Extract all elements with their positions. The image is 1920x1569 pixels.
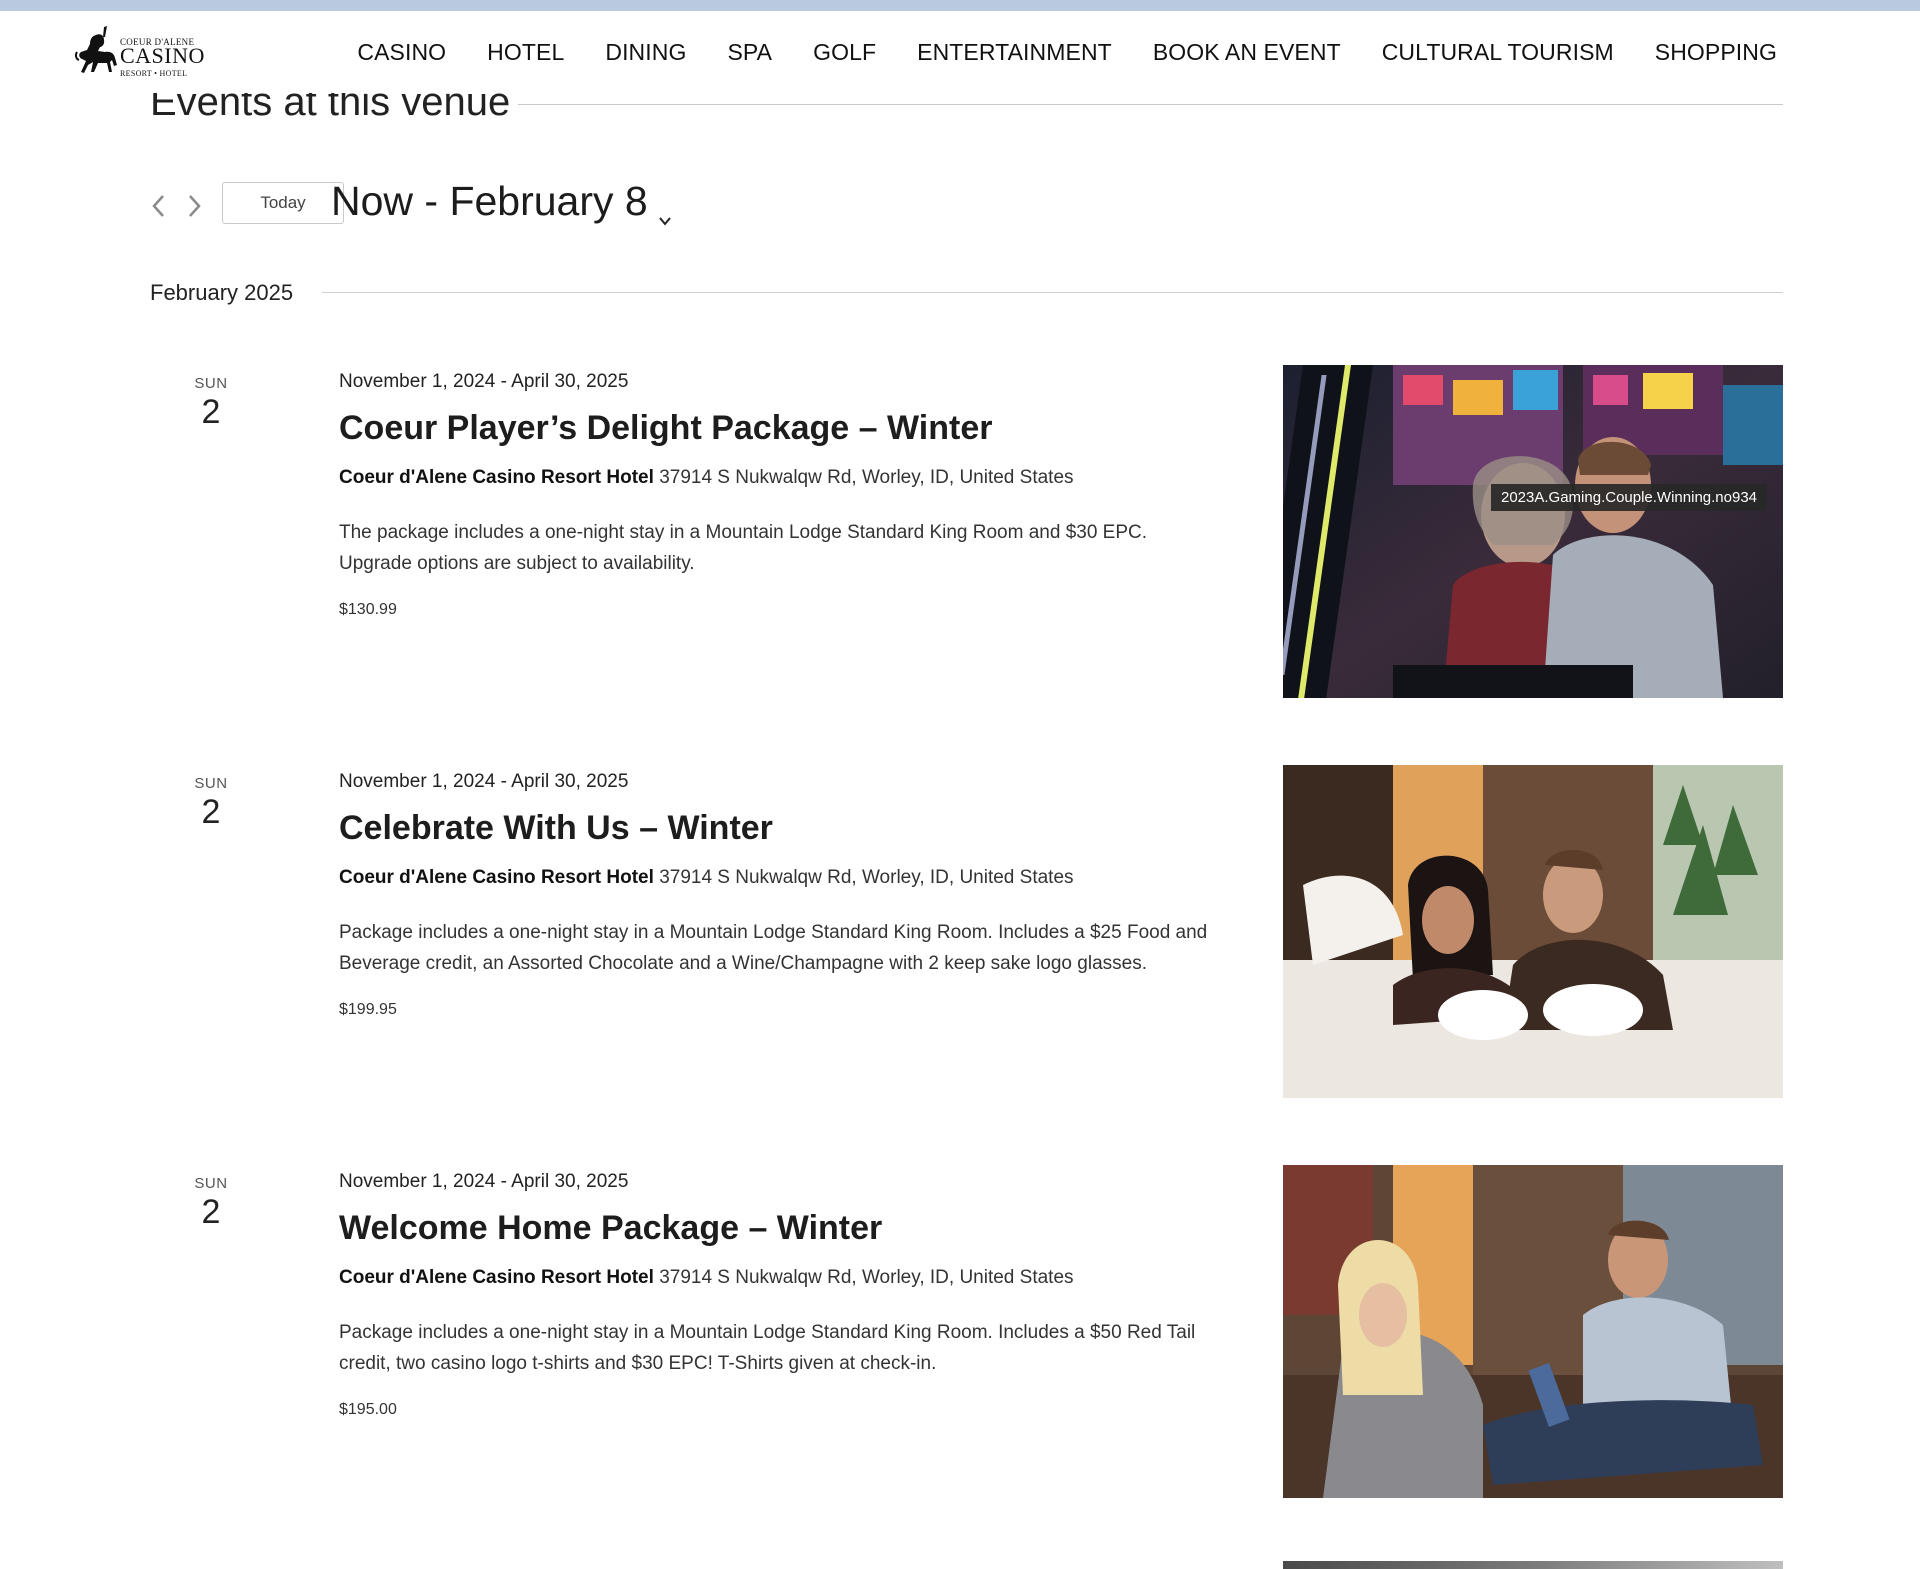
event-venue: Coeur d'Alene Casino Resort Hotel 37914 … (339, 1267, 1074, 1289)
logo-line-2: CASINO (120, 43, 205, 68)
nav-casino[interactable]: CASINO (357, 39, 446, 66)
event-day-of-week: SUN (194, 375, 228, 392)
chevron-left-icon[interactable] (148, 190, 170, 222)
event-image-couple-in-bed[interactable] (1283, 765, 1783, 1098)
month-divider (322, 292, 1783, 293)
event-title-link[interactable]: Welcome Home Package – Winter (339, 1209, 882, 1248)
browser-top-strip (0, 0, 1920, 11)
event-item: SUN 2 November 1, 2024 - April 30, 2025 … (0, 1165, 1920, 1505)
event-day-of-week: SUN (194, 1175, 228, 1192)
chevron-right-icon[interactable] (183, 190, 205, 222)
event-price: $199.95 (339, 1001, 397, 1018)
event-item: SUN 2 November 1, 2024 - April 30, 2025 … (0, 765, 1920, 1105)
event-day-number: 2 (201, 1193, 221, 1231)
event-day-number: 2 (201, 393, 221, 431)
event-day-of-week: SUN (194, 775, 228, 792)
nav-cultural-tourism[interactable]: CULTURAL TOURISM (1382, 39, 1614, 66)
event-title-link[interactable]: Celebrate With Us – Winter (339, 809, 773, 848)
event-venue-address: 37914 S Nukwalqw Rd, Worley, ID, United … (659, 467, 1074, 488)
nav-shopping[interactable]: SHOPPING (1655, 39, 1777, 66)
image-tooltip: 2023A.Gaming.Couple.Winning.no934 (1491, 484, 1768, 511)
nav-dining[interactable]: DINING (605, 39, 686, 66)
event-price: $195.00 (339, 1401, 397, 1418)
event-day-number: 2 (201, 793, 221, 831)
event-venue-name: Coeur d'Alene Casino Resort Hotel (339, 867, 654, 888)
event-date-range: November 1, 2024 - April 30, 2025 (339, 1171, 629, 1192)
month-separator-label: February 2025 (150, 280, 294, 305)
event-venue-address: 37914 S Nukwalqw Rd, Worley, ID, United … (659, 1267, 1074, 1288)
site-header: COEUR D'ALENE CASINO RESORT • HOTEL CASI… (0, 11, 1920, 93)
event-venue-name: Coeur d'Alene Casino Resort Hotel (339, 1267, 654, 1288)
chevron-down-icon (658, 191, 672, 226)
horse-rider-logo-icon (74, 26, 117, 73)
event-price: $130.99 (339, 601, 397, 618)
event-item: SUN 2 November 1, 2024 - April 30, 2025 … (0, 365, 1920, 705)
nav-spa[interactable]: SPA (727, 39, 772, 66)
event-image-gaming-couple[interactable] (1283, 365, 1783, 698)
date-range-picker[interactable]: Now - February 8 (331, 178, 672, 226)
event-venue: Coeur d'Alene Casino Resort Hotel 37914 … (339, 867, 1074, 889)
event-description: Package includes a one-night stay in a M… (339, 1322, 1196, 1374)
event-venue-address: 37914 S Nukwalqw Rd, Worley, ID, United … (659, 867, 1074, 888)
logo-line-3: RESORT • HOTEL (120, 69, 188, 78)
date-range-label: Now - February 8 (331, 178, 648, 224)
event-description: The package includes a one-night stay in… (339, 522, 1148, 574)
event-description: Package includes a one-night stay in a M… (339, 922, 1208, 974)
nav-golf[interactable]: GOLF (813, 39, 876, 66)
event-date-range: November 1, 2024 - April 30, 2025 (339, 371, 629, 392)
nav-book-an-event[interactable]: BOOK AN EVENT (1153, 39, 1341, 66)
event-venue: Coeur d'Alene Casino Resort Hotel 37914 … (339, 467, 1074, 489)
event-image-couple-on-couch[interactable] (1283, 1165, 1783, 1498)
today-button[interactable]: Today (222, 182, 344, 224)
casino-logo[interactable]: COEUR D'ALENE CASINO RESORT • HOTEL (74, 23, 204, 81)
event-date-range: November 1, 2024 - April 30, 2025 (339, 771, 629, 792)
event-title-link[interactable]: Coeur Player’s Delight Package – Winter (339, 409, 993, 448)
nav-entertainment[interactable]: ENTERTAINMENT (917, 39, 1112, 66)
event-venue-name: Coeur d'Alene Casino Resort Hotel (339, 467, 654, 488)
nav-hotel[interactable]: HOTEL (487, 39, 564, 66)
section-divider (518, 104, 1783, 105)
next-event-image-partial[interactable] (1283, 1561, 1783, 1569)
main-nav: CASINO HOTEL DINING SPA GOLF ENTERTAINME… (316, 39, 1777, 66)
